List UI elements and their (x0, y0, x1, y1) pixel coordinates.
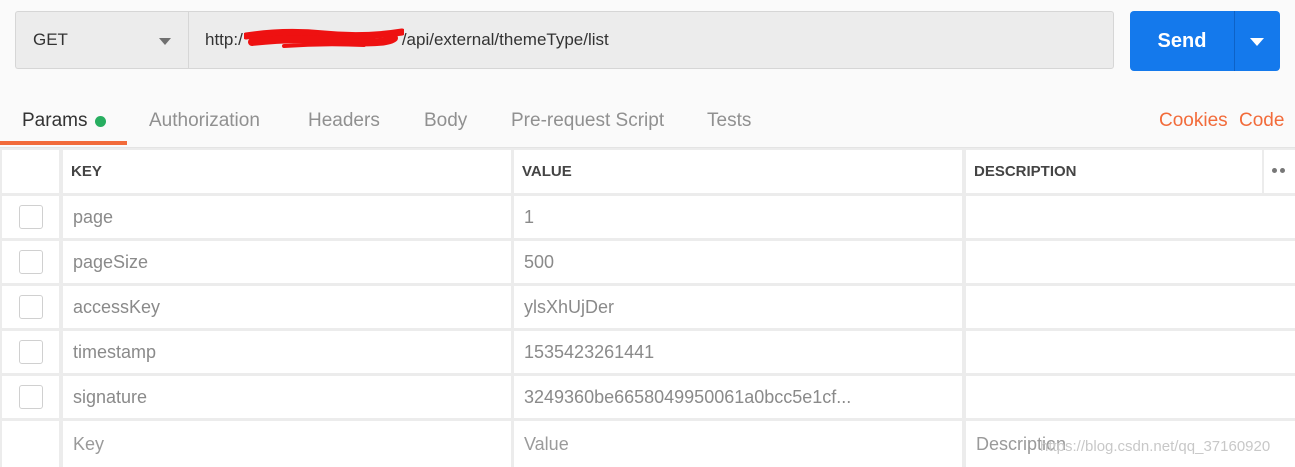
header-checkbox-cell (2, 150, 59, 193)
method-label: GET (33, 30, 68, 49)
cookies-link[interactable]: Cookies (1159, 96, 1228, 146)
send-button-group: Send (1130, 11, 1280, 71)
column-header-key: KEY (63, 150, 511, 193)
table-row-checkbox-cell (2, 376, 59, 418)
param-description-cell[interactable] (966, 331, 1295, 373)
tab-params[interactable]: Params (22, 96, 107, 146)
chevron-down-icon (1250, 38, 1264, 46)
chevron-down-icon (159, 38, 171, 45)
params-table: KEY VALUE DESCRIPTION page 1 pageSize 50… (0, 148, 1295, 467)
row-enable-checkbox[interactable] (18, 385, 43, 409)
new-value-input[interactable]: Value (514, 421, 962, 467)
row-enable-checkbox[interactable] (18, 340, 43, 364)
tab-authorization[interactable]: Authorization (149, 96, 260, 146)
table-row-checkbox-cell (2, 286, 59, 328)
row-enable-checkbox[interactable] (18, 250, 43, 274)
param-description-cell[interactable] (966, 196, 1295, 238)
request-bar: GET http:/ /api/external/themeType/list … (0, 0, 1295, 86)
param-description-cell[interactable] (966, 286, 1295, 328)
param-value-cell[interactable]: 1 (514, 196, 962, 238)
request-tabs: Params Authorization Headers Body Pre-re… (0, 96, 1295, 148)
url-suffix: /api/external/themeType/list (401, 30, 609, 49)
param-description-cell[interactable] (966, 241, 1295, 283)
row-enable-checkbox[interactable] (18, 295, 43, 319)
row-enable-checkbox[interactable] (18, 205, 43, 229)
table-row-checkbox-cell (2, 196, 59, 238)
new-row-checkbox-cell (2, 421, 59, 467)
table-row-checkbox-cell (2, 241, 59, 283)
url-input[interactable]: http:/ /api/external/themeType/list (188, 11, 1114, 69)
param-value-cell[interactable]: 3249360be6658049950061a0bcc5e1cf... (514, 376, 962, 418)
url-prefix: http:/ (205, 30, 243, 49)
watermark: https://blog.csdn.net/qq_37160920 (1040, 438, 1271, 455)
send-button[interactable]: Send (1130, 11, 1235, 71)
param-value-cell[interactable]: ylsXhUjDer (514, 286, 962, 328)
code-link[interactable]: Code (1239, 96, 1284, 146)
tab-body[interactable]: Body (424, 96, 467, 146)
param-description-cell[interactable] (966, 376, 1295, 418)
param-key-cell[interactable]: page (63, 196, 511, 238)
send-options-button[interactable] (1235, 11, 1280, 71)
tab-tests[interactable]: Tests (707, 96, 751, 146)
table-row-checkbox-cell (2, 331, 59, 373)
tab-headers[interactable]: Headers (308, 96, 380, 146)
new-key-input[interactable]: Key (63, 421, 511, 467)
method-select[interactable]: GET (15, 11, 188, 69)
param-key-cell[interactable]: signature (63, 376, 511, 418)
tab-pre-request-script[interactable]: Pre-request Script (511, 96, 664, 146)
column-header-value: VALUE (514, 150, 962, 193)
param-key-cell[interactable]: pageSize (63, 241, 511, 283)
active-tab-indicator (0, 141, 127, 145)
redaction-mark (243, 28, 404, 50)
param-key-cell[interactable]: timestamp (63, 331, 511, 373)
status-dot-icon (95, 115, 107, 127)
param-value-cell[interactable]: 1535423261441 (514, 331, 962, 373)
tab-label: Params (22, 110, 88, 131)
more-horizontal-icon[interactable] (1272, 168, 1285, 173)
param-value-cell[interactable]: 500 (514, 241, 962, 283)
param-key-cell[interactable]: accessKey (63, 286, 511, 328)
column-header-description: DESCRIPTION (966, 150, 1262, 193)
